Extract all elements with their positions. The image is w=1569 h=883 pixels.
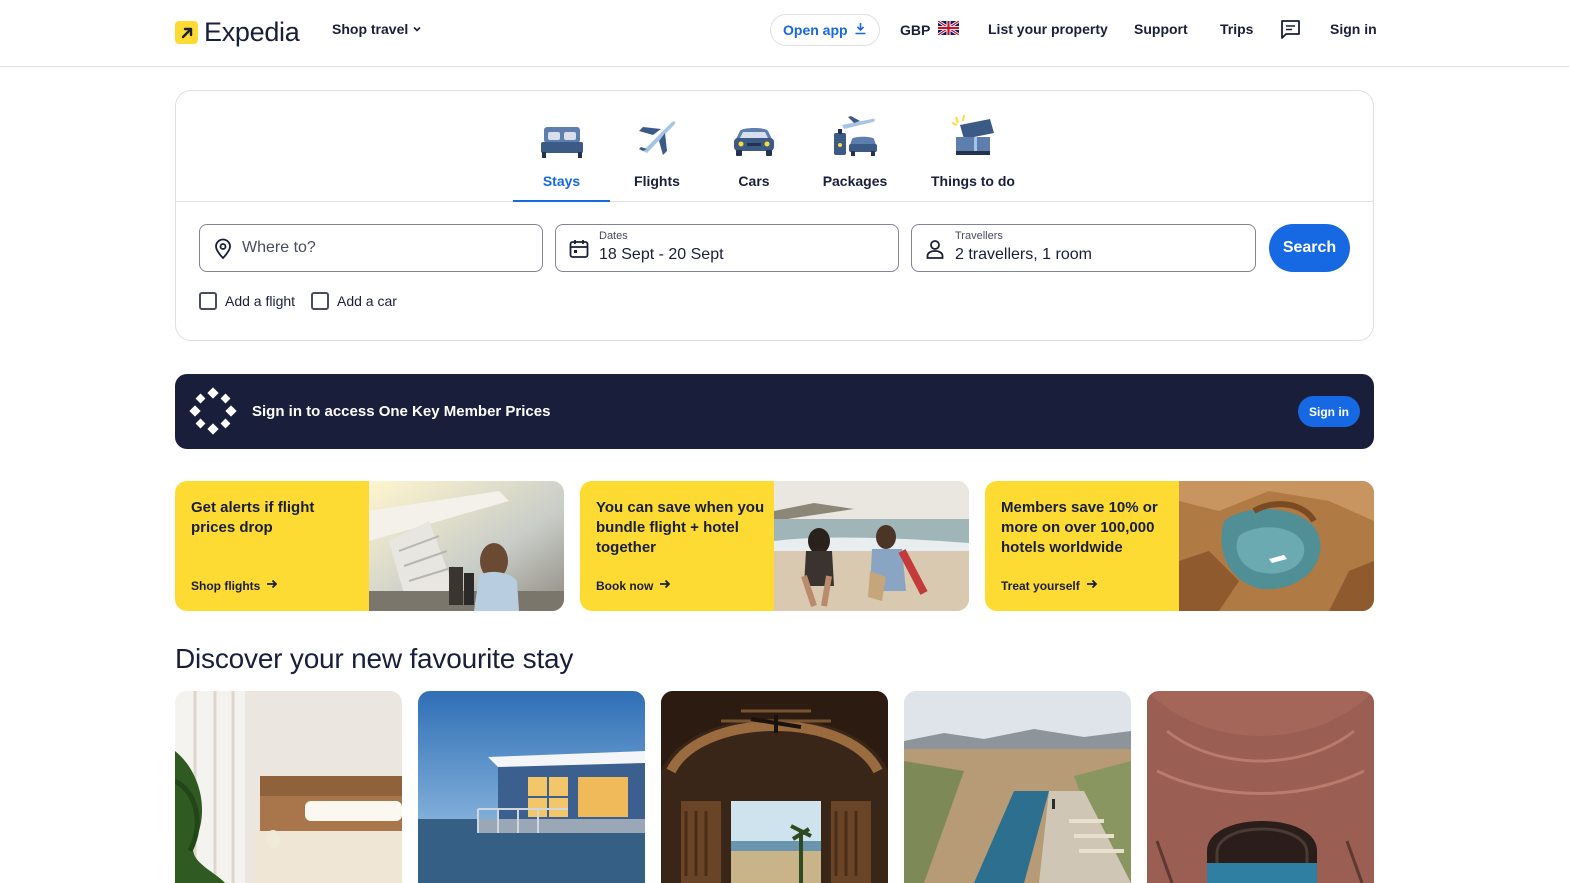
destination-placeholder: Where to? (242, 239, 316, 256)
promo-link[interactable]: Shop flights (191, 578, 278, 593)
stay-card[interactable] (418, 691, 645, 883)
airport-travellers-image (369, 481, 564, 611)
tab-things-to-do[interactable]: Things to do (931, 109, 1015, 201)
list-property-link[interactable]: List your property (988, 21, 1108, 37)
stay-card[interactable] (175, 691, 402, 883)
promo-card-members[interactable]: Members save 10% or more on over 100,000… (985, 481, 1374, 611)
bed-icon (540, 109, 584, 159)
expedia-logo[interactable]: Expedia (175, 17, 300, 48)
stay-card[interactable] (904, 691, 1131, 883)
top-header: Expedia Shop travel Open app GBP List yo… (0, 0, 1569, 67)
add-flight-label: Add a flight (225, 293, 296, 309)
location-pin-icon (212, 238, 234, 265)
tab-label: Things to do (931, 173, 1015, 189)
open-app-label: Open app (783, 22, 848, 38)
calendar-icon (568, 238, 590, 265)
packages-icon (832, 109, 878, 159)
add-car-label: Add a car (337, 293, 397, 309)
promo-link-label: Treat yourself (1001, 578, 1080, 593)
add-flight-checkbox[interactable]: Add a flight (199, 292, 295, 310)
member-prices-banner: Sign in to access One Key Member Prices … (175, 374, 1374, 449)
arched-villa-image (661, 691, 888, 883)
stay-card[interactable] (1147, 691, 1374, 883)
promo-link[interactable]: Treat yourself (1001, 578, 1098, 593)
promo-link-label: Shop flights (191, 578, 261, 593)
desert-pool-image (904, 691, 1131, 883)
person-icon (924, 238, 946, 265)
beach-walk-image (774, 481, 969, 611)
arrow-right-icon (659, 578, 671, 593)
currency-selector[interactable]: GBP (900, 19, 961, 38)
tab-cars[interactable]: Cars (726, 109, 782, 201)
tab-label: Flights (634, 173, 680, 189)
product-tabs: Stays Flights Cars Packages Things to do (176, 91, 1373, 202)
brick-vault-spa-image (1147, 691, 1374, 883)
travellers-field[interactable]: Travellers 2 travellers, 1 room (911, 224, 1256, 272)
destination-field[interactable]: Where to? (199, 224, 543, 272)
banner-sign-in-button[interactable]: Sign in (1298, 396, 1360, 427)
hotel-room-image (175, 691, 402, 883)
promo-card-flight-alerts[interactable]: Get alerts if flight prices drop Shop fl… (175, 481, 564, 611)
promo-link-label: Book now (596, 578, 654, 593)
uk-flag-icon (937, 19, 961, 38)
tab-label: Packages (822, 173, 888, 189)
dates-value: 18 Sept - 20 Sept (599, 246, 724, 263)
promo-text: Members save 10% or more on over 100,000… (1001, 499, 1158, 556)
promo-text: Get alerts if flight prices drop (191, 499, 315, 536)
trips-link[interactable]: Trips (1220, 21, 1253, 37)
dates-field[interactable]: Dates 18 Sept - 20 Sept (555, 224, 899, 272)
tab-stays[interactable]: Stays (513, 109, 610, 202)
dates-label: Dates (599, 230, 628, 242)
arrow-right-icon (266, 578, 278, 593)
shop-travel-menu[interactable]: Shop travel (332, 21, 422, 37)
stay-card[interactable] (661, 691, 888, 883)
expedia-logo-icon (175, 21, 198, 44)
chevron-down-icon (412, 21, 422, 37)
travellers-value: 2 travellers, 1 room (955, 246, 1092, 263)
one-key-icon (189, 387, 237, 440)
banner-text: Sign in to access One Key Member Prices (252, 403, 551, 420)
coastal-cliffs-image (1179, 481, 1374, 611)
support-link[interactable]: Support (1134, 21, 1188, 37)
ticket-icon (950, 109, 996, 159)
open-app-button[interactable]: Open app (770, 14, 880, 46)
tab-packages[interactable]: Packages (821, 109, 889, 201)
shop-travel-label: Shop travel (332, 21, 409, 37)
floating-house-image (418, 691, 645, 883)
add-car-checkbox[interactable]: Add a car (311, 292, 397, 310)
plane-icon (635, 109, 679, 159)
promo-card-bundle[interactable]: You can save when you bundle flight + ho… (580, 481, 969, 611)
tab-flights[interactable]: Flights (626, 109, 688, 201)
checkbox-box[interactable] (199, 292, 217, 310)
search-card: Stays Flights Cars Packages Things to do… (175, 90, 1374, 341)
tab-label: Stays (542, 173, 581, 189)
brand-name: Expedia (204, 17, 300, 47)
travellers-label: Travellers (955, 230, 1003, 242)
section-title: Discover your new favourite stay (175, 643, 574, 674)
checkbox-box[interactable] (311, 292, 329, 310)
messages-icon[interactable] (1280, 19, 1301, 40)
currency-label: GBP (900, 21, 931, 38)
promo-text: You can save when you bundle flight + ho… (596, 499, 765, 556)
arrow-right-icon (1086, 578, 1098, 593)
sign-in-link[interactable]: Sign in (1330, 21, 1377, 37)
download-icon (854, 22, 867, 38)
promo-link[interactable]: Book now (596, 578, 671, 593)
tab-label: Cars (738, 173, 770, 189)
search-button[interactable]: Search (1269, 224, 1350, 272)
car-icon (732, 109, 776, 159)
